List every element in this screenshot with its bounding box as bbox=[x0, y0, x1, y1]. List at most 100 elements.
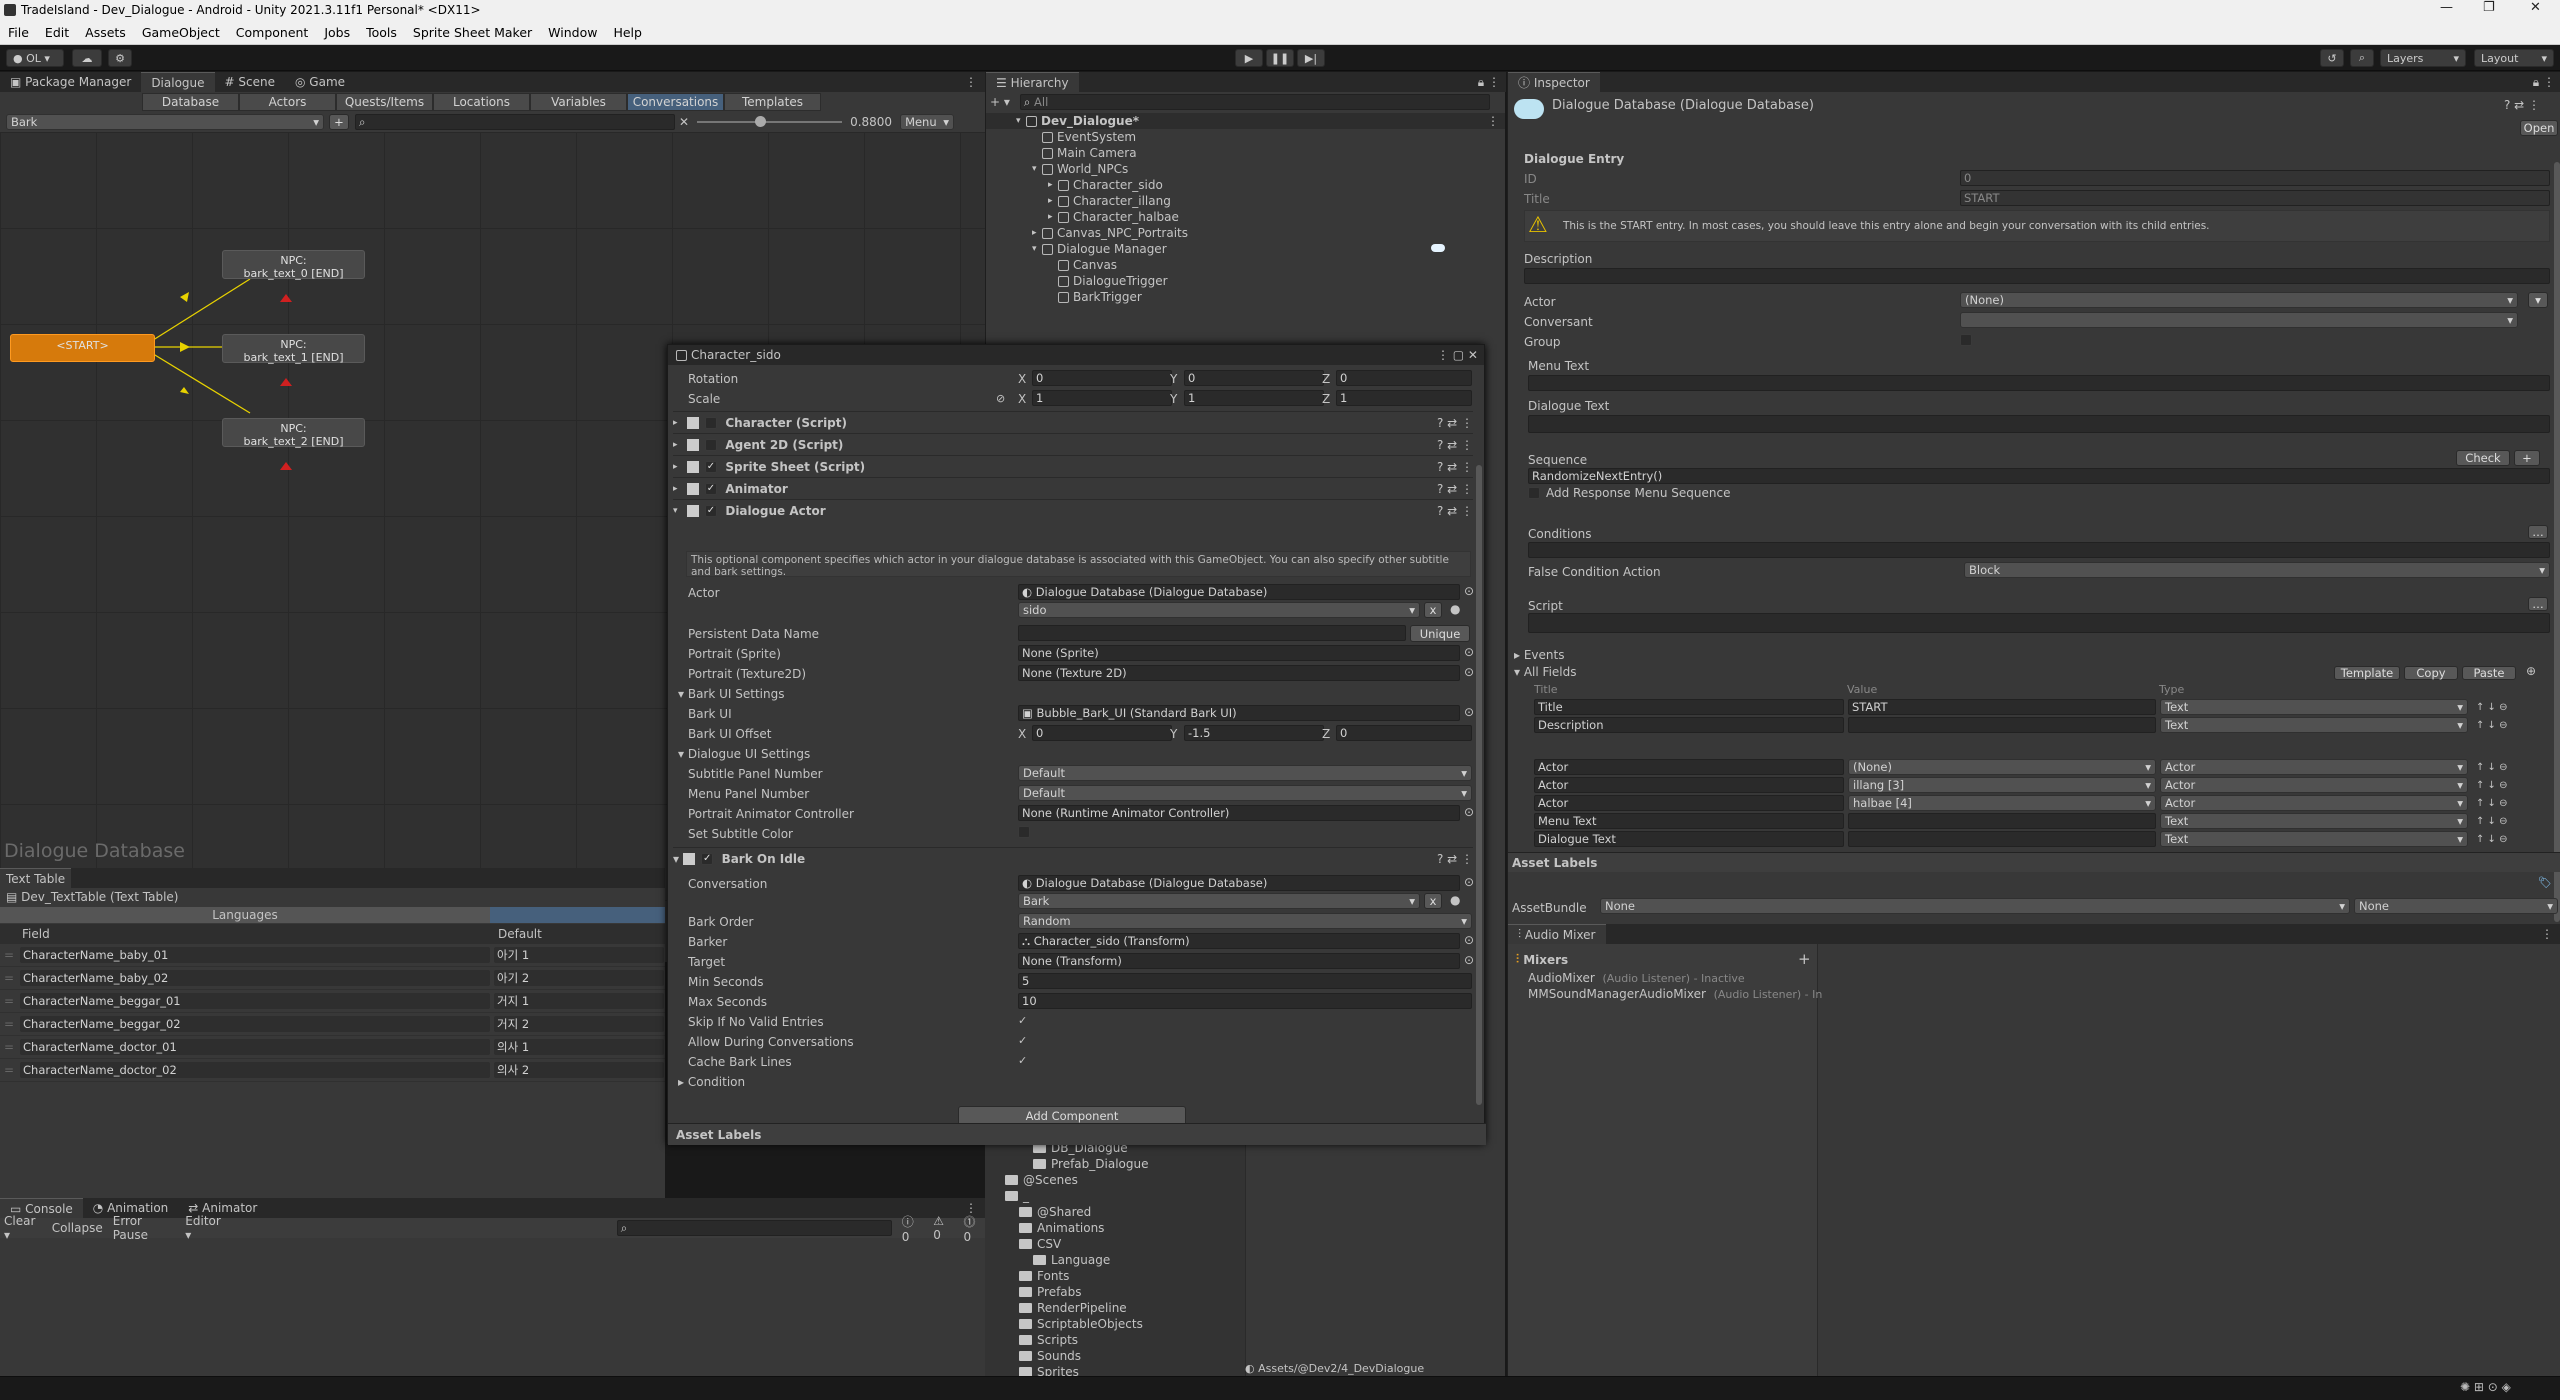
hierarchy-search-input[interactable]: ⌕ All bbox=[1019, 94, 1490, 110]
close-icon[interactable]: ✕ bbox=[2530, 0, 2541, 15]
lock-icon[interactable]: 🔒︎ ⋮ bbox=[2533, 75, 2560, 90]
component-enabled-checkbox[interactable]: ✓ bbox=[705, 460, 717, 473]
hierarchy-item[interactable]: EventSystem bbox=[986, 129, 1505, 145]
field-row-controls[interactable]: ↑ ↓ ⊖ bbox=[2476, 798, 2508, 809]
window-controls[interactable]: ⋮ ▢ ✕ bbox=[1437, 348, 1484, 362]
component-header[interactable]: ▸ ✓ Animator? ⇄ ⋮ bbox=[673, 477, 1473, 499]
menu-edit[interactable]: Edit bbox=[37, 25, 77, 40]
drag-handle-icon[interactable]: = bbox=[0, 994, 16, 1008]
component-enabled-checkbox[interactable]: ✓ bbox=[705, 482, 717, 495]
menu-panel-dropdown[interactable]: Default ▾ bbox=[1018, 785, 1472, 801]
field-title-input[interactable]: Title bbox=[1534, 699, 1844, 715]
field-value[interactable]: 의사 2 bbox=[494, 1062, 664, 1078]
object-picker-icon[interactable]: ⊙ bbox=[1464, 933, 1474, 947]
bark-ui-field[interactable]: ▣ Bubble_Bark_UI (Standard Bark UI) bbox=[1018, 705, 1460, 721]
component-header[interactable]: ▸ Character (Script)? ⇄ ⋮ bbox=[673, 411, 1473, 433]
component-menu-icon[interactable]: ? ⇄ ⋮ bbox=[1437, 504, 1473, 518]
field-value[interactable]: 아기 1 bbox=[494, 947, 664, 963]
drag-handle-icon[interactable]: = bbox=[0, 1063, 16, 1077]
add-icon[interactable]: + ▾ bbox=[990, 95, 1010, 109]
field-row-controls[interactable]: ↑ ↓ ⊖ bbox=[2476, 702, 2508, 713]
field-title-input[interactable]: Menu Text bbox=[1534, 813, 1844, 829]
events-foldout[interactable]: ▸ Events bbox=[1514, 648, 1564, 662]
sequence-input[interactable]: RandomizeNextEntry() bbox=[1528, 468, 2550, 484]
drag-handle-icon[interactable]: = bbox=[0, 948, 16, 962]
subtab-templates[interactable]: Templates bbox=[724, 93, 821, 111]
languages-header[interactable]: Languages bbox=[0, 907, 490, 923]
error-count[interactable]: ⓵ 0 bbox=[964, 1213, 985, 1244]
add-mixer-icon[interactable]: + bbox=[1798, 950, 1811, 968]
unique-button[interactable]: Unique bbox=[1410, 625, 1470, 642]
scale-x[interactable]: 1 bbox=[1032, 390, 1172, 406]
menu-help[interactable]: Help bbox=[605, 25, 650, 40]
clear-button[interactable]: Clear ▾ bbox=[4, 1214, 42, 1242]
field-name[interactable]: CharacterName_doctor_02 bbox=[20, 1062, 490, 1078]
panel-menu-icon[interactable]: ⋮ bbox=[2541, 927, 2560, 941]
entry-actor-dropdown[interactable]: (None) ▾ bbox=[1960, 292, 2518, 308]
inspector-scrollbar[interactable] bbox=[2554, 162, 2560, 922]
assetbundle-variant-dropdown[interactable]: None ▾ bbox=[2354, 898, 2558, 914]
table-row[interactable]: = CharacterName_beggar_01 거지 1 bbox=[0, 990, 665, 1013]
field-value-input[interactable] bbox=[1848, 717, 2156, 733]
actor-picker-icon[interactable]: ● bbox=[1450, 602, 1460, 616]
menu-sprite-sheet-maker[interactable]: Sprite Sheet Maker bbox=[405, 25, 540, 40]
conversation-dropdown[interactable]: Bark ▾ bbox=[1018, 893, 1420, 909]
foldout-icon[interactable]: ▸ bbox=[1048, 212, 1058, 222]
inspector-asset-labels[interactable]: Asset Labels bbox=[1508, 852, 2560, 872]
barker-field[interactable]: ⛬ Character_sido (Transform) bbox=[1018, 933, 1460, 949]
project-folder[interactable]: Prefabs bbox=[985, 1284, 1245, 1300]
subtab-quests-items[interactable]: Quests/Items bbox=[336, 93, 433, 111]
collapse-button[interactable]: Collapse bbox=[52, 1221, 103, 1235]
project-folder[interactable]: Sounds bbox=[985, 1348, 1245, 1364]
clear-search-icon[interactable]: ✕ bbox=[679, 115, 689, 129]
add-response-checkbox[interactable] bbox=[1528, 487, 1540, 499]
component-header[interactable]: ▸ Agent 2D (Script)? ⇄ ⋮ bbox=[673, 433, 1473, 455]
conversation-dropdown[interactable]: Bark ▾ bbox=[6, 114, 324, 130]
conversation-picker-icon[interactable]: ● bbox=[1450, 893, 1460, 907]
drag-handle-icon[interactable]: = bbox=[0, 1017, 16, 1031]
object-picker-icon[interactable]: ⊙ bbox=[1464, 705, 1474, 719]
component-enabled-checkbox[interactable] bbox=[705, 416, 717, 429]
menu-file[interactable]: File bbox=[0, 25, 37, 40]
bark-on-idle-header[interactable]: ▾ ✓ Bark On Idle ? ⇄ ⋮ bbox=[673, 847, 1473, 869]
paste-button[interactable]: Paste bbox=[2462, 666, 2516, 680]
target-field[interactable]: None (Transform) bbox=[1018, 953, 1460, 969]
add-conversation-button[interactable]: + bbox=[329, 114, 349, 130]
template-button[interactable]: Template bbox=[2334, 666, 2400, 680]
conversation-search-input[interactable]: ⌕ bbox=[355, 114, 675, 130]
field-title-input[interactable]: Actor bbox=[1534, 777, 1844, 793]
console-search-input[interactable]: ⌕ bbox=[616, 1220, 892, 1236]
tab-scene[interactable]: # Scene bbox=[215, 72, 285, 92]
services-icon[interactable]: ⚙ bbox=[108, 49, 132, 67]
menu-jobs[interactable]: Jobs bbox=[316, 25, 358, 40]
start-node[interactable]: <START> bbox=[10, 334, 155, 362]
link-icon[interactable]: ⊘ bbox=[996, 392, 1005, 405]
tab-dialogue[interactable]: Dialogue bbox=[141, 72, 215, 92]
object-picker-icon[interactable]: ⊙ bbox=[1464, 665, 1474, 679]
field-value[interactable]: 거지 2 bbox=[494, 1016, 664, 1032]
bark-offset-z[interactable]: 0 bbox=[1336, 725, 1472, 741]
scale-y[interactable]: 1 bbox=[1184, 390, 1324, 406]
field-title-input[interactable]: Actor bbox=[1534, 759, 1844, 775]
field-type-dropdown[interactable]: Text ▾ bbox=[2160, 699, 2468, 715]
account-dropdown[interactable]: ● OL ▾ bbox=[6, 49, 64, 67]
field-value[interactable]: 거지 1 bbox=[494, 993, 664, 1009]
field-title-input[interactable]: Dialogue Text bbox=[1534, 831, 1844, 847]
assetbundle-dropdown[interactable]: None ▾ bbox=[1600, 898, 2350, 914]
conversant-dropdown[interactable]: ▾ bbox=[1960, 312, 2518, 328]
field-value-dropdown[interactable]: halbae [4] ▾ bbox=[1848, 795, 2156, 811]
field-row-controls[interactable]: ↑ ↓ ⊖ bbox=[2476, 816, 2508, 827]
cloud-icon[interactable]: ☁ bbox=[72, 49, 102, 67]
actor-menu-button[interactable]: ▾ bbox=[2528, 292, 2548, 308]
subtab-actors[interactable]: Actors bbox=[239, 93, 336, 111]
subtab-variables[interactable]: Variables bbox=[530, 93, 627, 111]
project-folder[interactable]: RenderPipeline bbox=[985, 1300, 1245, 1316]
field-name[interactable]: CharacterName_beggar_01 bbox=[20, 993, 490, 1009]
bark-on-idle-enabled[interactable]: ✓ bbox=[701, 852, 714, 865]
tab-package-manager[interactable]: ▣ Package Manager bbox=[0, 72, 141, 92]
actor-dropdown[interactable]: sido ▾ bbox=[1018, 602, 1420, 618]
hierarchy-item[interactable]: ▸ Character_illang bbox=[986, 193, 1505, 209]
field-type-dropdown[interactable]: Text ▾ bbox=[2160, 831, 2468, 847]
set-subtitle-color-checkbox[interactable] bbox=[1018, 826, 1030, 838]
field-name[interactable]: CharacterName_doctor_01 bbox=[20, 1039, 490, 1055]
